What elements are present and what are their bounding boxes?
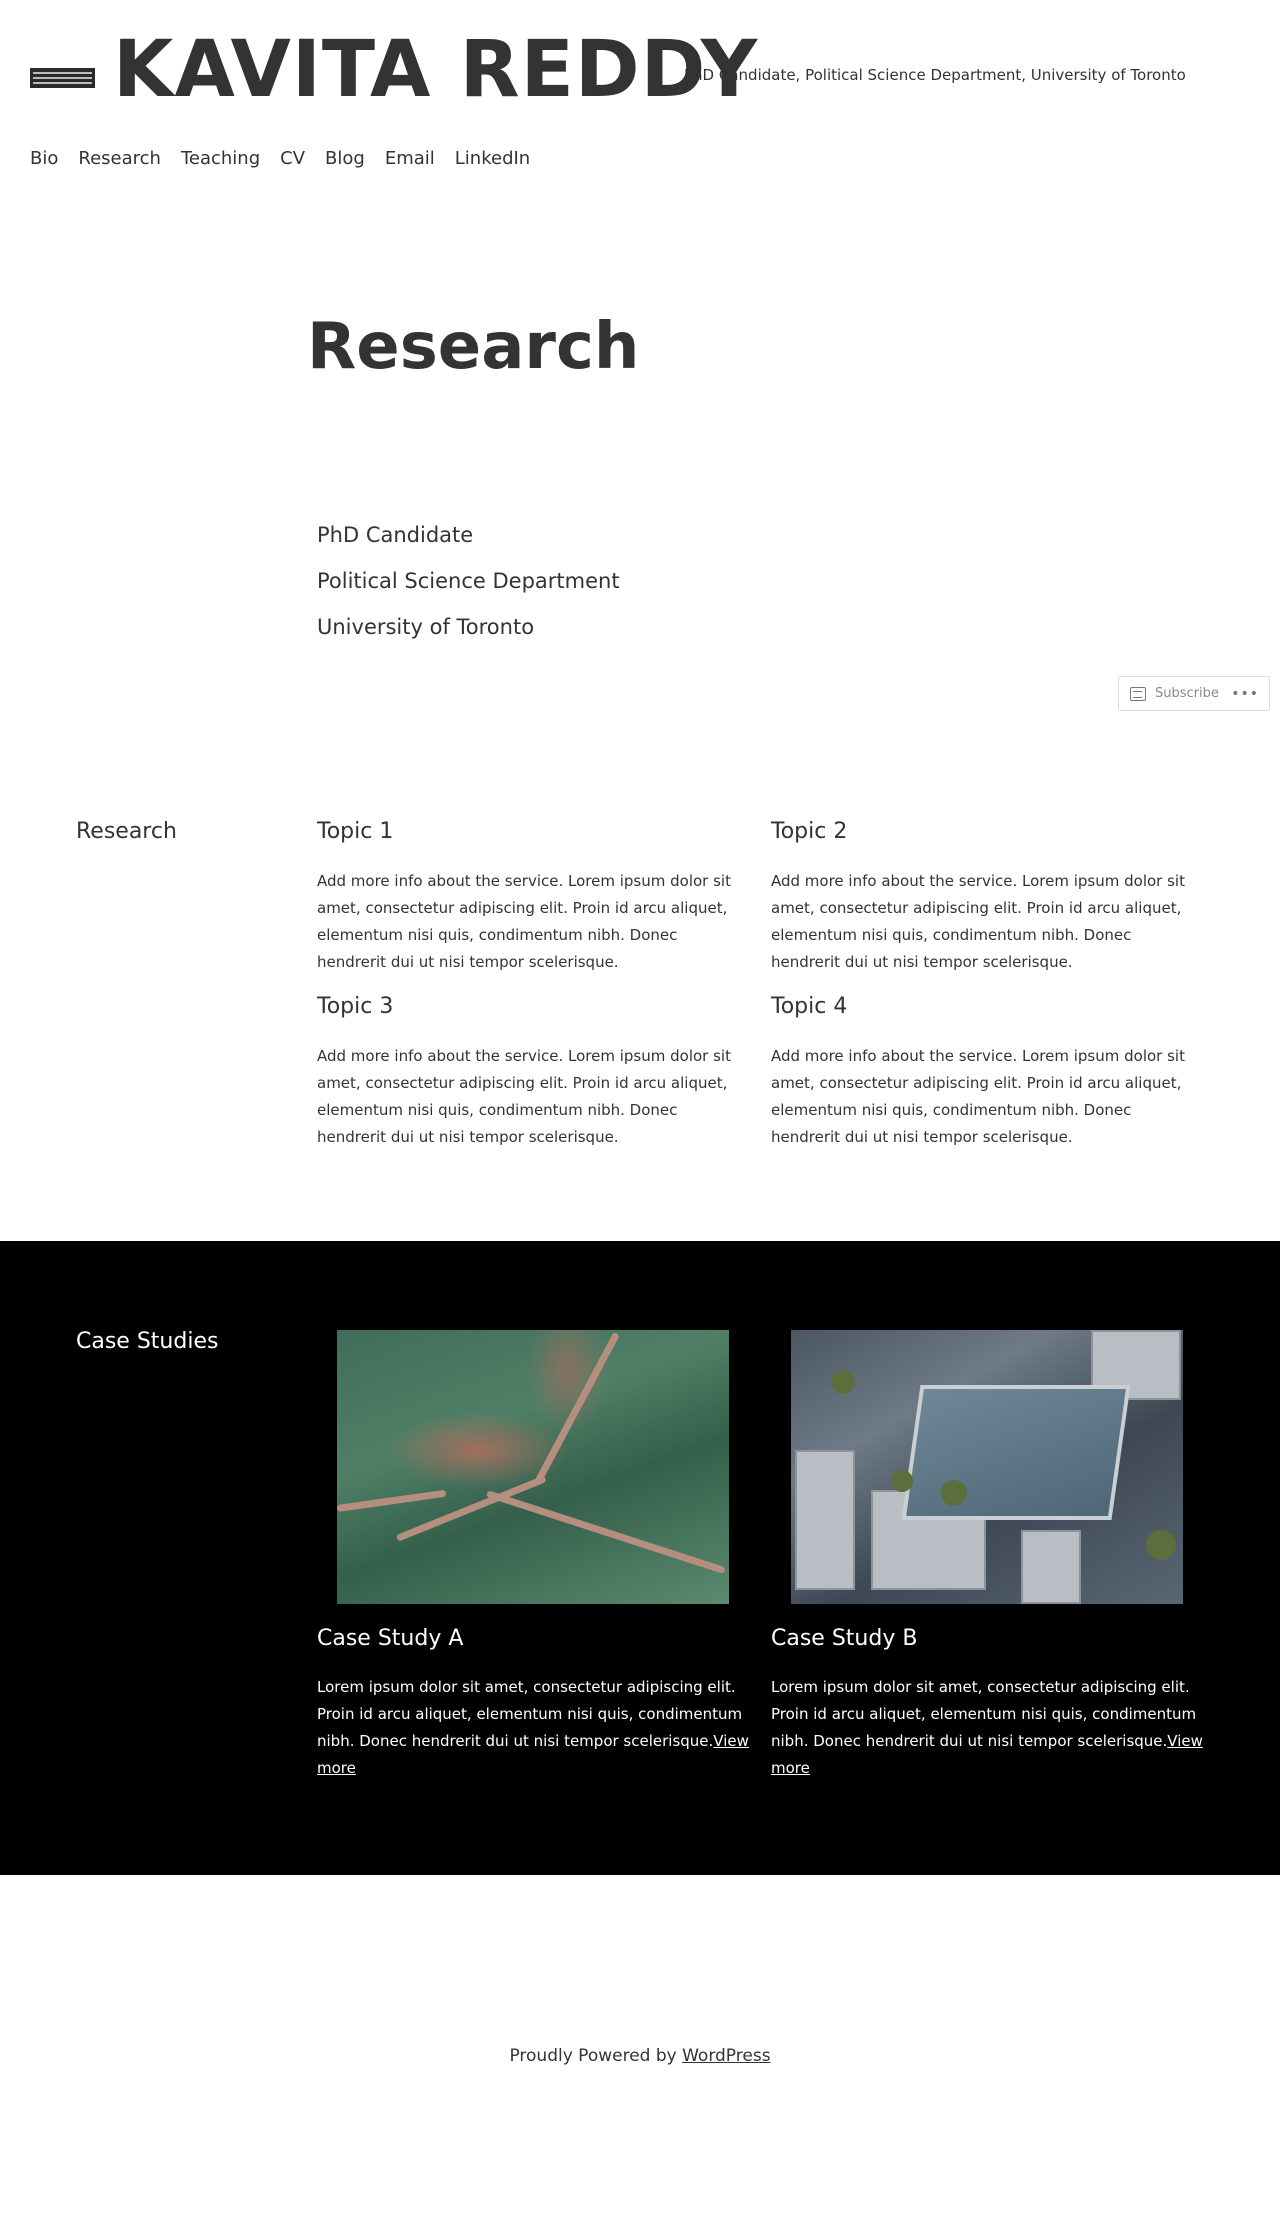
nav-item-linkedin[interactable]: LinkedIn	[455, 148, 530, 169]
intro-line: Political Science Department	[317, 569, 620, 593]
topic-title: Topic 1	[317, 819, 394, 844]
case-study-card: Case Study A Lorem ipsum dolor sit amet,…	[317, 1330, 757, 1782]
case-study-text: Lorem ipsum dolor sit amet, consectetur …	[771, 1678, 1203, 1777]
topic-text: Add more info about the service. Lorem i…	[317, 1047, 731, 1146]
site-tagline: PhD Candidate, Political Science Departm…	[684, 66, 1186, 84]
topic-card: Topic 1 Add more info about the service.…	[317, 819, 747, 976]
main-nav: Bio Research Teaching CV Blog Email Link…	[30, 148, 530, 169]
topic-card: Topic 4 Add more info about the service.…	[771, 994, 1201, 1151]
site-header: KAVITA REDDY PhD Candidate, Political Sc…	[0, 0, 1280, 200]
subscribe-widget: Subscribe •••	[1118, 676, 1270, 711]
case-studies-label: Case Studies	[76, 1329, 219, 1354]
wordpress-link[interactable]: WordPress	[682, 2046, 770, 2066]
intro-line: PhD Candidate	[317, 523, 474, 547]
topic-title: Topic 4	[771, 994, 848, 1019]
research-section-label: Research	[76, 819, 177, 844]
page-title: Research	[307, 310, 640, 384]
nav-item-research[interactable]: Research	[78, 148, 161, 169]
nav-item-teaching[interactable]: Teaching	[181, 148, 260, 169]
more-options-icon[interactable]: •••	[1231, 686, 1259, 702]
topic-title: Topic 3	[317, 994, 394, 1019]
nav-item-bio[interactable]: Bio	[30, 148, 58, 169]
case-study-title: Case Study B	[771, 1626, 918, 1651]
nav-item-email[interactable]: Email	[385, 148, 435, 169]
topic-text: Add more info about the service. Lorem i…	[771, 872, 1185, 971]
case-study-text: Lorem ipsum dolor sit amet, consectetur …	[317, 1678, 749, 1777]
aerial-city-image[interactable]	[791, 1330, 1183, 1604]
site-footer: Proudly Powered by WordPress	[0, 2046, 1280, 2066]
case-study-card: Case Study B Lorem ipsum dolor sit amet,…	[771, 1330, 1211, 1782]
case-studies-section: Case Studies Case Study A Lorem ipsum do…	[0, 1241, 1280, 1875]
footer-text: Proudly Powered by	[509, 2046, 683, 2066]
subscribe-button[interactable]: Subscribe	[1155, 686, 1219, 701]
topic-card: Topic 2 Add more info about the service.…	[771, 819, 1201, 976]
reader-icon	[1130, 686, 1146, 701]
site-title[interactable]: KAVITA REDDY	[113, 27, 758, 114]
intro-block: PhD Candidate Political Science Departme…	[317, 520, 620, 658]
topic-card: Topic 3 Add more info about the service.…	[317, 994, 747, 1151]
case-study-title: Case Study A	[317, 1626, 464, 1651]
site-logo[interactable]	[30, 68, 95, 88]
topic-text: Add more info about the service. Lorem i…	[771, 1047, 1185, 1146]
intro-line: University of Toronto	[317, 615, 535, 639]
nav-item-blog[interactable]: Blog	[325, 148, 365, 169]
aerial-forest-image[interactable]	[337, 1330, 729, 1604]
nav-item-cv[interactable]: CV	[280, 148, 305, 169]
topic-title: Topic 2	[771, 819, 848, 844]
topic-text: Add more info about the service. Lorem i…	[317, 872, 731, 971]
